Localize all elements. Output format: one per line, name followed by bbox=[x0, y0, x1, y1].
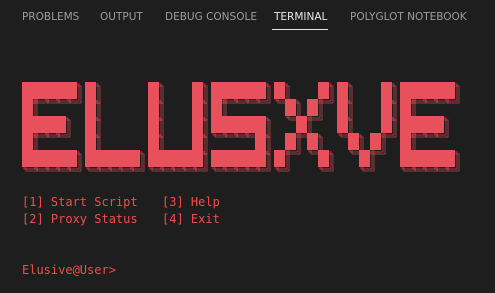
tab-problems[interactable]: PROBLEMS bbox=[22, 11, 79, 23]
banner-letter-u bbox=[148, 82, 208, 172]
menu-item-exit: [4] Exit bbox=[162, 212, 220, 226]
banner-letter-l bbox=[85, 82, 145, 172]
banner-letter-e bbox=[400, 82, 460, 172]
tab-polyglot-notebook[interactable]: POLYGLOT NOTEBOOK bbox=[350, 11, 467, 23]
banner-letter-s bbox=[211, 82, 271, 172]
menu-item-start-script: [1] Start Script bbox=[22, 195, 138, 209]
tab-output[interactable]: OUTPUT bbox=[100, 11, 143, 23]
banner-letter-x bbox=[274, 82, 334, 172]
terminal-panel: PROBLEMS OUTPUT DEBUG CONSOLE TERMINAL P… bbox=[0, 0, 495, 293]
ascii-art-banner bbox=[22, 82, 460, 172]
panel-tab-bar: PROBLEMS OUTPUT DEBUG CONSOLE TERMINAL P… bbox=[0, 0, 495, 34]
tab-terminal[interactable]: TERMINAL bbox=[274, 11, 327, 23]
menu-item-proxy-status: [2] Proxy Status bbox=[22, 212, 138, 226]
banner-letter-e bbox=[22, 82, 82, 172]
terminal-prompt: Elusive@User> bbox=[22, 263, 116, 277]
terminal-output[interactable]: [1] Start Script [2] Proxy Status [3] He… bbox=[0, 34, 495, 293]
banner-letter-v bbox=[337, 82, 397, 172]
tab-debug-console[interactable]: DEBUG CONSOLE bbox=[165, 11, 257, 23]
menu-item-help: [3] Help bbox=[162, 195, 220, 209]
active-tab-indicator bbox=[272, 29, 328, 30]
